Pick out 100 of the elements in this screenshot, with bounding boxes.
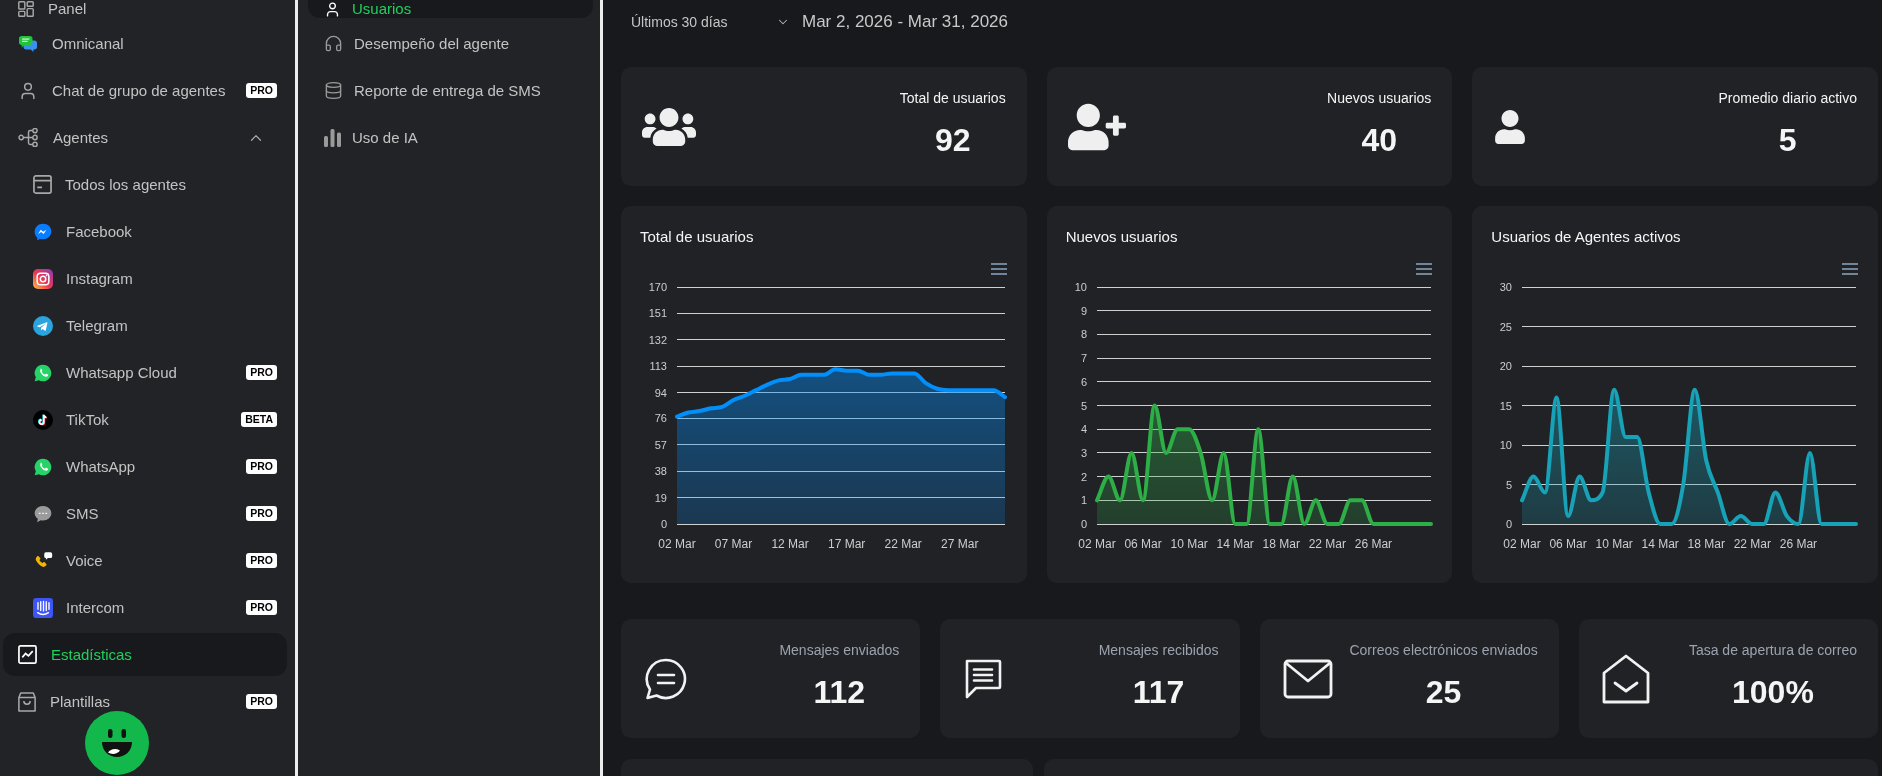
y-axis-label: 6 (1080, 375, 1087, 388)
stat-value: 112 (813, 673, 866, 711)
y-axis-label: 94 (654, 386, 667, 399)
x-axis-label: 12 Mar (771, 537, 809, 551)
mail-icon (1282, 658, 1333, 699)
mail-open-icon (1601, 653, 1650, 704)
headphones-icon (324, 34, 343, 53)
sidebar-item[interactable]: Telegram (3, 304, 287, 347)
user-icon (324, 0, 341, 18)
submenu-item[interactable]: Usuarios (308, 0, 593, 18)
y-axis-label: 25 (1500, 320, 1513, 333)
x-axis-label: 02 Mar (1503, 537, 1541, 551)
sidebar-item[interactable]: Facebook (3, 210, 287, 253)
x-axis-label: 18 Mar (1687, 537, 1726, 551)
x-axis-label: 02 Mar (1078, 537, 1116, 551)
stat-label: Promedio diario activo (1718, 89, 1857, 107)
stat-label: Tasa de apertura de correo (1688, 641, 1857, 659)
user-icon (18, 80, 38, 101)
stat-value: 92 (934, 121, 971, 159)
submenu-item[interactable]: Reporte de entrega de SMS (308, 69, 593, 112)
x-axis-label: 06 Mar (1124, 537, 1162, 551)
y-axis-label: 19 (654, 491, 667, 504)
x-axis-label: 18 Mar (1262, 537, 1300, 551)
x-axis-label: 02 Mar (658, 537, 696, 551)
sidebar-item[interactable]: Whatsapp Cloud PRO (3, 351, 287, 394)
x-axis-label: 27 Mar (941, 537, 979, 551)
y-axis-label: 8 (1080, 328, 1087, 341)
y-axis-label: 3 (1080, 446, 1087, 459)
whatsapp-icon (33, 456, 53, 477)
chat-bubble-icon (644, 656, 688, 701)
y-axis-label: 20 (1500, 360, 1513, 372)
y-axis-label: 30 (1500, 281, 1513, 293)
date-range-picker[interactable]: Mar 2, 2026 - Mar 31, 2026 (802, 9, 1008, 35)
sidebar-item[interactable]: TikTok BETA (3, 398, 287, 441)
y-axis-label: 5 (1080, 399, 1087, 412)
y-axis-label: 5 (1506, 478, 1513, 491)
sidebar-item[interactable]: Chat de grupo de agentes PRO (3, 69, 287, 112)
tier-tag: PRO (246, 83, 277, 98)
sidebar-item[interactable]: WhatsApp PRO (3, 445, 287, 488)
submenu-item[interactable]: Desempeño del agente (308, 22, 593, 65)
y-axis-label: 15 (1500, 399, 1513, 412)
x-axis-label: 26 Mar (1780, 537, 1818, 551)
database-icon (324, 81, 343, 100)
sidebar-item[interactable]: Instagram (3, 257, 287, 300)
x-axis-label: 14 Mar (1216, 537, 1254, 551)
sidebar-item[interactable]: Estadísticas (3, 633, 287, 676)
menu-icon[interactable] (1416, 263, 1433, 275)
sidebar-item[interactable]: Todos los agentes (3, 163, 287, 206)
bag-icon (18, 691, 36, 712)
y-axis-label: 151 (648, 307, 667, 320)
tier-tag: PRO (246, 506, 277, 521)
tier-tag: PRO (246, 694, 277, 709)
y-axis-label: 10 (1500, 439, 1513, 451)
speech-bubble-icon (33, 503, 53, 524)
music-note-icon (33, 409, 53, 430)
stat-label: Mensajes enviados (779, 641, 900, 659)
stat-label: Mensajes recibidos (1098, 641, 1219, 659)
menu-icon[interactable] (990, 263, 1007, 275)
bars-tile-icon (33, 597, 53, 618)
stat-value: 117 (1132, 673, 1185, 711)
sidebar-item[interactable]: Intercom PRO (3, 586, 287, 629)
x-axis-label: 10 Mar (1595, 537, 1634, 551)
y-axis-label: 0 (1080, 518, 1087, 530)
tier-tag: PRO (246, 459, 277, 474)
x-axis-label: 06 Mar (1549, 537, 1588, 551)
x-axis-label: 22 Mar (1734, 537, 1772, 551)
y-axis-label: 132 (648, 334, 667, 346)
tier-tag: BETA (241, 412, 277, 427)
y-axis-label: 9 (1080, 304, 1087, 317)
x-axis-label: 26 Mar (1354, 537, 1392, 551)
x-axis-label: 10 Mar (1170, 537, 1208, 551)
chat-bubbles-icon (18, 34, 38, 53)
x-axis-label: 22 Mar (1308, 537, 1346, 551)
sidebar-item[interactable]: SMS PRO (3, 492, 287, 535)
range-dropdown[interactable]: Últimos 30 días (631, 11, 790, 33)
window-icon (33, 175, 52, 194)
menu-icon[interactable] (1842, 263, 1858, 275)
x-axis-label: 22 Mar (884, 537, 922, 551)
y-axis-label: 113 (649, 360, 667, 373)
chart-title: Total de usuarios (640, 227, 755, 247)
y-axis-label: 170 (648, 281, 667, 293)
stat-label: Total de usuarios (899, 89, 1006, 107)
y-axis-label: 10 (1074, 281, 1087, 293)
chart-title: Nuevos usuarios (1065, 227, 1179, 247)
x-axis-label: 14 Mar (1641, 537, 1680, 551)
y-axis-label: 2 (1080, 470, 1087, 483)
sidebar-item[interactable]: Agentes (3, 116, 287, 159)
bar-chart-icon (324, 128, 341, 147)
whatsapp-icon (33, 362, 53, 383)
x-axis-label: 07 Mar (714, 537, 753, 551)
user-icon (1493, 109, 1528, 144)
chart-title: Usuarios de Agentes activos (1491, 227, 1682, 247)
submenu-item[interactable]: Uso de IA (308, 116, 593, 159)
messenger-icon (33, 221, 53, 242)
tier-tag: PRO (246, 600, 277, 615)
y-axis-label: 0 (660, 518, 667, 530)
smiley-face-icon (100, 728, 134, 758)
sidebar-item[interactable]: Voice PRO (3, 539, 287, 582)
sidebar-item[interactable]: Panel (3, 0, 287, 18)
sidebar-item[interactable]: Omnicanal (3, 22, 287, 65)
